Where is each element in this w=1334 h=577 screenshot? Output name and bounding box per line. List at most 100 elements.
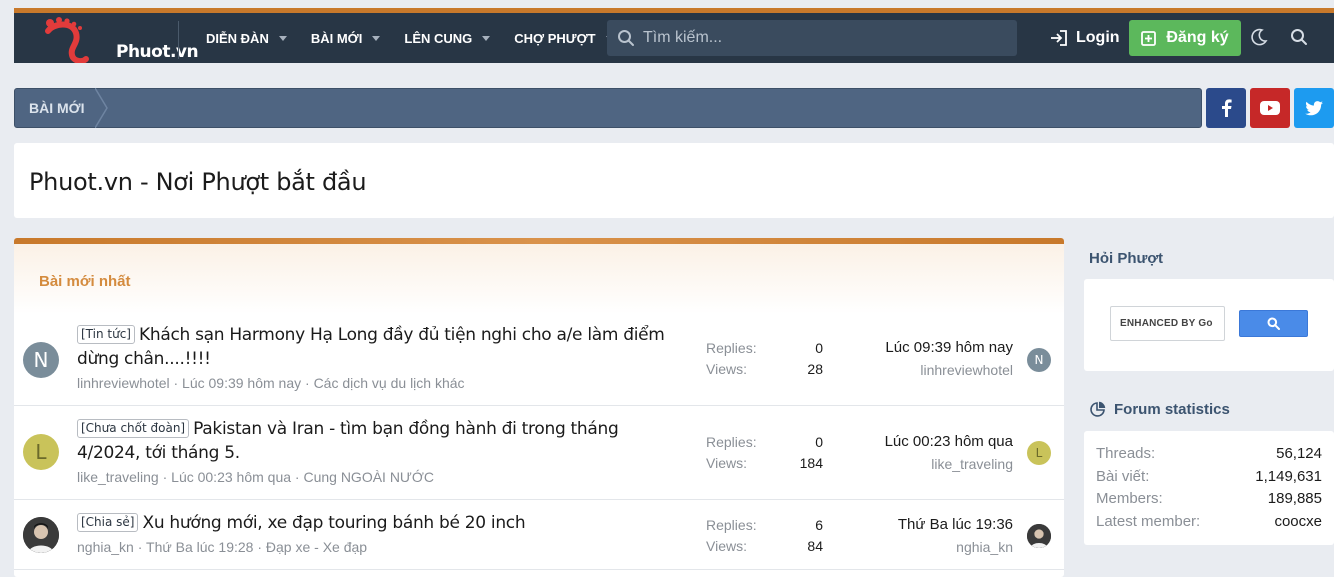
page-title: Phuot.vn - Nơi Phượt bắt đầu: [29, 168, 367, 196]
main-nav: DIỄN ĐÀN BÀI MỚI LÊN CUNG CHỢ PHƯỢT: [206, 13, 638, 63]
google-search-button[interactable]: [1239, 310, 1308, 337]
nav-label: BÀI MỚI: [310, 30, 363, 46]
thread-prefix[interactable]: [Tin tức]: [77, 325, 135, 344]
sidebar-title-ask: Hỏi Phượt: [1089, 250, 1164, 267]
stat-value: 56,124: [1276, 445, 1322, 462]
breadcrumb-item[interactable]: BÀI MỚI: [29, 100, 85, 116]
nav-label: CHỢ PHƯỢT: [514, 30, 596, 46]
replies-count: 6: [815, 517, 823, 533]
views-count: 184: [799, 455, 823, 471]
youtube-button[interactable]: [1250, 88, 1290, 128]
thread-title-text[interactable]: Xu hướng mới, xe đạp touring bánh bé 20 …: [142, 513, 525, 533]
thread-title-text[interactable]: Khách sạn Harmony Hạ Long đầy đủ tiện ng…: [77, 325, 665, 369]
views-count: 84: [807, 538, 823, 554]
youtube-icon: [1260, 101, 1280, 115]
facebook-icon: [1222, 99, 1232, 117]
last-post-avatar[interactable]: N: [1027, 348, 1051, 372]
last-post-user[interactable]: nghia_kn: [956, 539, 1013, 555]
stat-value: 1,149,631: [1255, 468, 1322, 485]
nav-item-forums[interactable]: DIỄN ĐÀN: [206, 13, 287, 63]
thread-row[interactable]: [Chia sẻ] Xu hướng mới, xe đạp touring bá…: [14, 500, 1064, 570]
plus-square-icon: [1141, 30, 1157, 46]
page-title-panel: Phuot.vn - Nơi Phượt bắt đầu: [14, 143, 1334, 218]
footprint-logo-icon: [45, 17, 89, 65]
views-label: Views:: [706, 455, 747, 471]
last-post-user[interactable]: linhreviewhotel: [920, 362, 1013, 378]
stat-label: Members:: [1096, 490, 1163, 507]
last-post-time[interactable]: Lúc 09:39 hôm nay: [885, 339, 1013, 356]
views-label: Views:: [706, 361, 747, 377]
thread-meta[interactable]: linhreviewhotel · Lúc 09:39 hôm nay · Cá…: [77, 375, 465, 391]
site-logo[interactable]: Phuot.vn: [42, 17, 199, 65]
stat-value: 189,885: [1267, 490, 1322, 507]
user-photo-icon: [23, 517, 59, 553]
replies-label: Replies:: [706, 517, 757, 533]
nav-label: LÊN CUNG: [404, 30, 473, 46]
search-icon[interactable]: [1290, 28, 1308, 46]
thread-meta[interactable]: nghia_kn · Thứ Ba lúc 19:28 · Đạp xe - X…: [77, 539, 367, 555]
views-label: Views:: [706, 538, 747, 554]
replies-count: 0: [815, 434, 823, 450]
thread-row[interactable]: L [Chưa chốt đoàn] Pakistan và Iran - tìm…: [14, 406, 1064, 500]
header-search[interactable]: [607, 20, 1017, 56]
block-title[interactable]: Bài mới nhất: [39, 273, 131, 290]
thread-title[interactable]: [Tin tức] Khách sạn Harmony Hạ Long đầy đ…: [77, 323, 667, 371]
latest-posts-block: Bài mới nhất N [Tin tức] Khách sạn Harmon…: [14, 238, 1064, 577]
register-label: Đăng ký: [1166, 29, 1229, 46]
avatar[interactable]: N: [23, 342, 59, 378]
chevron-down-icon[interactable]: [372, 35, 381, 41]
chevron-down-icon[interactable]: [482, 35, 491, 41]
nav-item-plan-trip[interactable]: LÊN CUNG: [404, 13, 491, 63]
forum-stats-box: Threads: 56,124 Bài viết: 1,149,631 Member…: [1084, 431, 1334, 545]
thread-meta[interactable]: like_traveling · Lúc 00:23 hôm qua · Cun…: [77, 469, 434, 485]
replies-label: Replies:: [706, 340, 757, 356]
last-post-user[interactable]: like_traveling: [931, 456, 1013, 472]
breadcrumb: BÀI MỚI: [14, 88, 1202, 128]
nav-item-market[interactable]: CHỢ PHƯỢT: [514, 13, 614, 63]
chevron-down-icon[interactable]: [278, 35, 287, 41]
login-label: Login: [1076, 29, 1120, 46]
thread-row[interactable]: N [Tin tức] Khách sạn Harmony Hạ Long đầy…: [14, 314, 1064, 406]
last-post-avatar-photo[interactable]: [1027, 524, 1051, 548]
stat-row-threads: Threads: 56,124: [1096, 445, 1322, 462]
breadcrumb-separator-icon: [95, 88, 108, 128]
logo-text: Phuot.vn: [116, 42, 199, 62]
stat-row-members: Members: 189,885: [1096, 490, 1322, 507]
last-post-avatar[interactable]: L: [1027, 441, 1051, 465]
nav-label: DIỄN ĐÀN: [206, 30, 269, 46]
search-icon: [618, 30, 634, 46]
user-photo-icon: [1027, 524, 1051, 548]
stat-label: Threads:: [1096, 445, 1156, 462]
thread-prefix[interactable]: [Chia sẻ]: [77, 513, 139, 532]
moon-icon[interactable]: [1250, 28, 1268, 46]
stat-label: Bài viết:: [1096, 468, 1150, 485]
sidebar-title-stats: Forum statistics: [1089, 401, 1230, 418]
thread-prefix[interactable]: [Chưa chốt đoàn]: [77, 419, 190, 438]
google-search-input[interactable]: ENHANCED BY Go: [1110, 306, 1225, 341]
nav-item-new-posts[interactable]: BÀI MỚI: [311, 13, 381, 63]
last-post-time[interactable]: Thứ Ba lúc 19:36: [898, 516, 1013, 533]
latest-member-link[interactable]: coocxe: [1274, 513, 1322, 530]
thread-title[interactable]: [Chưa chốt đoàn] Pakistan và Iran - tìm b…: [77, 417, 667, 465]
last-post-time[interactable]: Lúc 00:23 hôm qua: [885, 433, 1013, 450]
register-button[interactable]: Đăng ký: [1129, 20, 1241, 56]
avatar[interactable]: L: [23, 434, 59, 470]
thread-title[interactable]: [Chia sẻ] Xu hướng mới, xe đạp touring bá…: [77, 511, 667, 535]
twitter-icon: [1305, 100, 1323, 115]
facebook-button[interactable]: [1206, 88, 1246, 128]
views-count: 28: [807, 361, 823, 377]
stats-title: Forum statistics: [1114, 401, 1230, 418]
pie-chart-icon: [1090, 401, 1106, 417]
stat-row-latest-member: Latest member: coocxe: [1096, 513, 1322, 530]
search-icon: [1267, 317, 1280, 330]
twitter-button[interactable]: [1294, 88, 1334, 128]
google-search-box: ENHANCED BY Go: [1084, 279, 1334, 371]
header-divider: [178, 21, 179, 59]
replies-count: 0: [815, 340, 823, 356]
block-header: Bài mới nhất: [14, 244, 1064, 314]
login-button[interactable]: Login: [1050, 13, 1120, 63]
search-input[interactable]: [643, 29, 1003, 47]
stat-label: Latest member:: [1096, 513, 1201, 530]
google-search-label: ENHANCED BY Go: [1120, 318, 1213, 329]
avatar-photo[interactable]: [23, 517, 59, 553]
